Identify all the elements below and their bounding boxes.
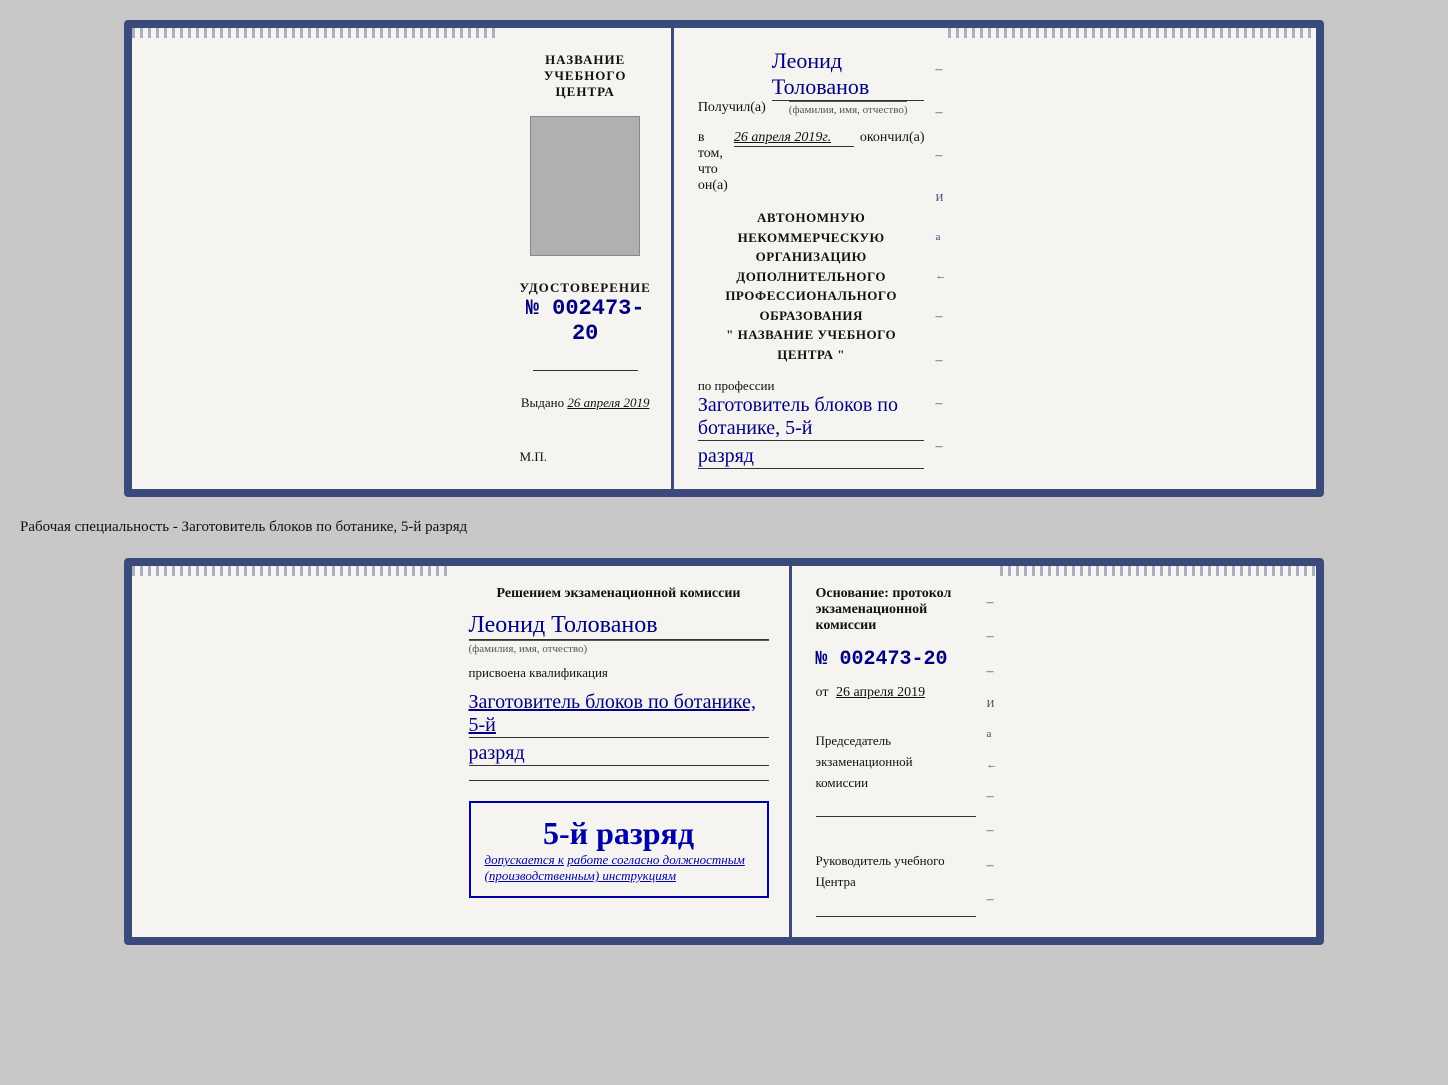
stamp-text: допускается к работе согласно должностны… <box>485 852 753 884</box>
stamp-link: работе согласно должностным <box>567 852 745 867</box>
basis-text: Основание: протокол экзаменационной коми… <box>816 586 976 634</box>
assigned-text: присвоена квалификация <box>469 665 769 681</box>
separator-text: Рабочая специальность - Заготовитель бло… <box>20 515 467 540</box>
cert-number: № 002473-20 <box>520 296 651 346</box>
cert-label: УДОСТОВЕРЕНИЕ <box>520 280 651 296</box>
person-name: Леонид Толованов <box>469 612 769 640</box>
razryad-large: разряд <box>469 742 769 766</box>
chairman-signature: Председатель экзаменационной комиссии <box>816 731 976 817</box>
ot-date: 26 апреля 2019 <box>836 685 925 700</box>
document-card-bottom: Решением экзаменационной комиссии Леонид… <box>124 558 1324 945</box>
org-line2: ДОПОЛНИТЕЛЬНОГО ПРОФЕССИОНАЛЬНОГО ОБРАЗО… <box>698 267 925 326</box>
date-suffix: окончил(а) <box>860 130 925 146</box>
chairman-line2: комиссии <box>816 775 869 790</box>
head-block: Руководитель учебного Центра <box>816 851 976 917</box>
issued-prefix: Выдано <box>521 395 564 410</box>
stamp-prefix: допускается к <box>485 852 565 867</box>
stamp-box: 5-й разряд допускается к работе согласно… <box>469 801 769 898</box>
protocol-number: № 002473-20 <box>816 648 976 671</box>
date-prefix: в том, что он(а) <box>698 130 728 194</box>
cert-number-block: УДОСТОВЕРЕНИЕ № 002473-20 <box>520 280 651 346</box>
date-value: 26 апреля 2019г. <box>734 130 854 147</box>
head-signature: Руководитель учебного Центра <box>816 851 976 917</box>
ot-line: от 26 апреля 2019 <box>816 685 976 701</box>
profession-value: Заготовитель блоков по ботанике, 5-й <box>698 394 925 441</box>
date-line: в том, что он(а) 26 апреля 2019г. окончи… <box>698 130 925 194</box>
recipient-wrapper: Леонид Толованов (фамилия, имя, отчество… <box>772 48 925 116</box>
person-name-block: Леонид Толованов (фамилия, имя, отчество… <box>469 612 769 655</box>
recipient-line: Получил(а) Леонид Толованов (фамилия, им… <box>698 48 925 116</box>
issued-date: 26 апреля 2019 <box>567 395 649 410</box>
stamp-suffix: (производственным) инструкциям <box>485 868 677 883</box>
head-sig-line <box>816 899 976 917</box>
profession-prefix: по профессии <box>698 378 775 393</box>
org-text: АВТОНОМНУЮ НЕКОММЕРЧЕСКУЮ ОРГАНИЗАЦИЮ ДО… <box>698 208 925 364</box>
chairman-sig-line <box>816 799 976 817</box>
decision-text: Решением экзаменационной комиссии <box>469 586 769 602</box>
doc2-right: Основание: протокол экзаменационной коми… <box>792 566 1000 937</box>
org-line3: " НАЗВАНИЕ УЧЕБНОГО ЦЕНТРА " <box>698 325 925 364</box>
razryad-value: разряд <box>698 445 925 469</box>
doc1-right: Получил(а) Леонид Толованов (фамилия, им… <box>674 28 949 489</box>
doc1-left: НАЗВАНИЕ УЧЕБНОГО ЦЕНТРА УДОСТОВЕРЕНИЕ №… <box>500 28 674 489</box>
profession-block2: Заготовитель блоков по ботанике, 5-й раз… <box>469 691 769 766</box>
ot-prefix: от <box>816 685 829 700</box>
head-line1: Руководитель учебного <box>816 853 945 868</box>
received-prefix: Получил(а) <box>698 100 766 116</box>
photo-placeholder <box>530 116 640 256</box>
chairman-line1: Председатель экзаменационной <box>816 733 913 769</box>
deco-right: ––– И а ← –––– <box>935 48 946 469</box>
mp-label: М.П. <box>520 449 547 465</box>
deco-right-2: ––– И а ← –––– <box>987 586 998 917</box>
recipient-name: Леонид Толованов <box>772 48 925 101</box>
org-line1: АВТОНОМНУЮ НЕКОММЕРЧЕСКУЮ ОРГАНИЗАЦИЮ <box>698 208 925 267</box>
stamp-grade: 5-й разряд <box>485 815 753 852</box>
doc1-training-center-title: НАЗВАНИЕ УЧЕБНОГО ЦЕНТРА <box>520 52 651 100</box>
document-card-top: НАЗВАНИЕ УЧЕБНОГО ЦЕНТРА УДОСТОВЕРЕНИЕ №… <box>124 20 1324 497</box>
issued-line: Выдано 26 апреля 2019 <box>521 395 650 411</box>
prof-large: Заготовитель блоков по ботанике, 5-й <box>469 691 769 738</box>
recipient-caption: (фамилия, имя, отчество) <box>789 101 908 116</box>
person-caption: (фамилия, имя, отчество) <box>469 640 769 655</box>
head-line2: Центра <box>816 874 856 889</box>
chairman-block: Председатель экзаменационной комиссии <box>816 731 976 817</box>
profession-block: по профессии Заготовитель блоков по бота… <box>698 378 925 469</box>
doc2-left: Решением экзаменационной комиссии Леонид… <box>449 566 792 937</box>
